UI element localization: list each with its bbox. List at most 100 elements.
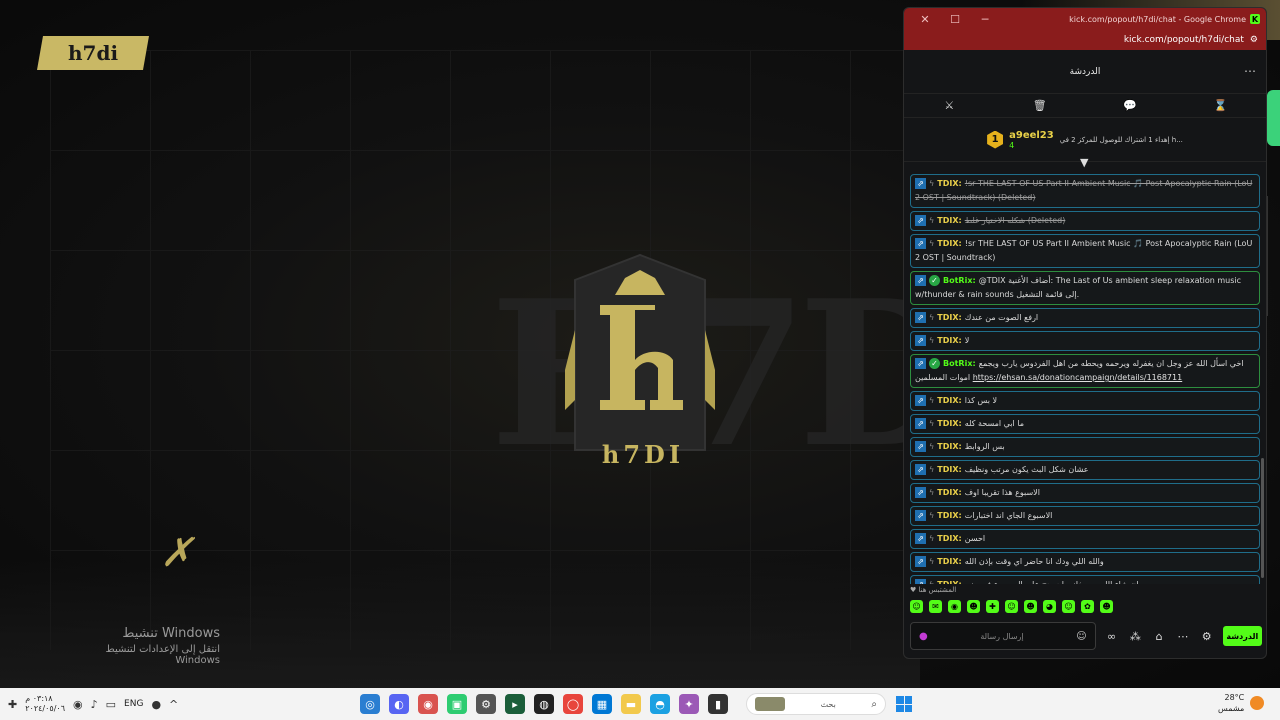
obs-icon[interactable]: ◍ [534,694,554,714]
notification-icon[interactable]: ✚ [8,698,17,711]
chat-message[interactable]: ⇗ ϟ TDIX: لا بس كذا [910,391,1260,411]
app-icon[interactable]: ◉ [418,694,438,714]
message-username[interactable]: BotRix: [943,276,976,285]
message-username[interactable]: TDIX: [937,179,961,188]
message-username[interactable]: TDIX: [937,313,961,322]
maximize-icon[interactable]: ☐ [940,13,970,26]
site-settings-icon[interactable]: ⚙ [1250,35,1258,45]
chat-settings-icon[interactable]: ⋯ [1175,630,1191,643]
chat-message[interactable]: ⇗ ϟ TDIX: ما ابي امسحة كله [910,414,1260,434]
chat-message[interactable]: ⇗ ✓ BotRix: @TDIX أضاف الأغنية: The Last of… [910,271,1260,305]
microphone-icon[interactable]: ● [919,631,928,642]
emote-icon[interactable]: ✿ [1081,600,1094,613]
chat-bubble-icon[interactable]: 💬 [1118,99,1142,112]
emote-icon[interactable]: ☻ [1024,600,1037,613]
minimize-icon[interactable]: ─ [970,13,1000,26]
message-username[interactable]: TDIX: [937,580,961,584]
store-app-icon[interactable]: ▦ [592,694,612,714]
side-panel-tab[interactable] [1267,90,1280,146]
microphone-tray-icon[interactable]: ● [151,698,161,711]
chat-message[interactable]: ⇗ ϟ TDIX: !sr THE LAST OF US Part II Ambien… [910,234,1260,268]
chat-message[interactable]: ⇗ ϟ TDIX: شكله الاختيار غلط (Deleted) [910,211,1260,231]
message-username[interactable]: TDIX: [937,557,961,566]
chat-message[interactable]: ⇗ ϟ TDIX: بس الروابط [910,437,1260,457]
clock[interactable]: ٠٣:١٨ م ٢٠٢٤/٠٥/٠٦ [25,694,65,714]
chat-message[interactable]: ⇗ ϟ TDIX: لا [910,331,1260,351]
more-options-icon[interactable]: ⋯ [1244,64,1256,78]
app-icon[interactable]: ▣ [447,694,467,714]
settings-icon[interactable]: ⚙ [476,694,496,714]
discord-icon[interactable]: ◐ [389,694,409,714]
chat-message[interactable]: ⇗ ϟ TDIX: والله اللي ودك انا حاضر اي وقت بإ… [910,552,1260,572]
emoji-icon[interactable]: ☺ [1076,631,1086,642]
chat-message[interactable]: ⇗ ϟ TDIX: الاسبوع الجاي اند اختبارات [910,506,1260,526]
taskbar: ✚ ٠٣:١٨ م ٢٠٢٤/٠٥/٠٦ ◉ ♪ ▭ ENG ● ^ ◎ ◐ ◉… [0,688,1280,720]
emote-icon[interactable]: ◉ [948,600,961,613]
infinity-icon[interactable]: ∞ [1104,630,1120,643]
signature-logo: ✗ [160,530,194,576]
chat-input[interactable]: ● إرسال رسالة ☺ [910,622,1096,650]
edge-icon[interactable]: ◓ [650,694,670,714]
message-username[interactable]: TDIX: [937,511,961,520]
close-icon[interactable]: ✕ [910,13,940,26]
emblem-name: h7DI [601,440,685,469]
emote-icon[interactable]: ✚ [986,600,999,613]
address-bar[interactable]: kick.com/popout/h7di/chat ⚙ [904,30,1266,50]
message-username[interactable]: TDIX: [937,336,961,345]
trash-icon[interactable]: 🗑 [1028,99,1052,112]
gear-icon[interactable]: ⚙ [1199,630,1215,643]
message-username[interactable]: TDIX: [937,419,961,428]
pinned-username[interactable]: a9eel23 [1009,130,1054,141]
emote-icon[interactable]: ✉ [929,600,942,613]
app-icon[interactable]: ▮ [708,694,728,714]
battery-icon[interactable]: ▭ [106,698,116,711]
message-link[interactable]: https://ehsan.sa/donationcampaign/detail… [973,373,1183,382]
chrome-profile-icon[interactable]: ◎ [360,694,380,714]
emote-icon[interactable]: ☺ [1062,600,1075,613]
url-text[interactable]: kick.com/popout/h7di/chat [1124,35,1244,45]
chat-message[interactable]: ⇗ ϟ TDIX: احسن [910,529,1260,549]
chat-message[interactable]: ⇗ ϟ TDIX: عشان شكل البث يكون مرتب ونظيف [910,460,1260,480]
users-icon[interactable]: ⁂ [1127,630,1143,643]
language-indicator[interactable]: ENG [124,699,143,709]
message-username[interactable]: BotRix: [943,359,976,368]
pinned-gift-banner[interactable]: 1 a9eel23 4 إهداء 1 اشتراك للوصول للمركز… [904,118,1266,169]
emote-icon[interactable]: ☻ [1100,600,1113,613]
chat-message[interactable]: ⇗ ϟ TDIX: !sr THE LAST OF US Part II Ambien… [910,174,1260,208]
emote-icon[interactable]: ☺ [910,600,923,613]
store-icon[interactable]: ⌂ [1151,630,1167,643]
chrome-icon[interactable]: ◯ [563,694,583,714]
network-icon[interactable]: ◉ [73,698,83,711]
chat-message[interactable]: ⇗ ϟ TDIX: الاسبوع هذا تقريبا اوف [910,483,1260,503]
file-explorer-icon[interactable]: ▬ [621,694,641,714]
chat-message[interactable]: ⇗ϟTDIX: ان شاء الله بس خلني احمحح على الم… [910,575,1260,584]
send-button[interactable]: الدردشة [1222,626,1263,646]
taskbar-apps: ◎ ◐ ◉ ▣ ⚙ ▸ ◍ ◯ ▦ ▬ ◓ ✦ ▮ [360,688,728,720]
chevron-up-icon[interactable]: ^ [169,698,178,711]
message-username[interactable]: TDIX: [937,216,961,225]
emote-icon[interactable]: ◕ [1043,600,1056,613]
chat-scrollbar[interactable] [1261,458,1264,578]
emote-icon[interactable]: ☺ [1005,600,1018,613]
chat-message[interactable]: ⇗ ✓ BotRix: اخي اسأل الله عز وجل ان يغفرله … [910,354,1260,388]
message-username[interactable]: TDIX: [937,488,961,497]
taskbar-search[interactable]: بحث ⌕ [746,693,886,715]
terminal-icon[interactable]: ▸ [505,694,525,714]
message-username[interactable]: TDIX: [937,534,961,543]
chat-message[interactable]: ⇗ ϟ TDIX: ارفع الصوت من عندك [910,308,1260,328]
hourglass-icon[interactable]: ⌛ [1209,99,1233,112]
emote-icon[interactable]: ☻ [967,600,980,613]
message-username[interactable]: TDIX: [937,396,961,405]
copilot-icon[interactable]: ✦ [679,694,699,714]
sub-badge-icon: ϟ [929,239,935,248]
collapse-icon[interactable]: ▼ [1080,156,1088,169]
volume-icon[interactable]: ♪ [91,698,98,711]
message-username[interactable]: TDIX: [937,442,961,451]
windows-start-icon[interactable] [896,696,912,712]
moderator-badge-icon: ⇗ [915,487,926,498]
weather-widget[interactable]: 28°C مشمس [1218,692,1265,714]
message-username[interactable]: TDIX: [937,465,961,474]
sub-badge-icon: ϟ [929,179,935,188]
message-username[interactable]: TDIX: [937,239,961,248]
sword-icon[interactable]: ⚔ [937,99,961,112]
